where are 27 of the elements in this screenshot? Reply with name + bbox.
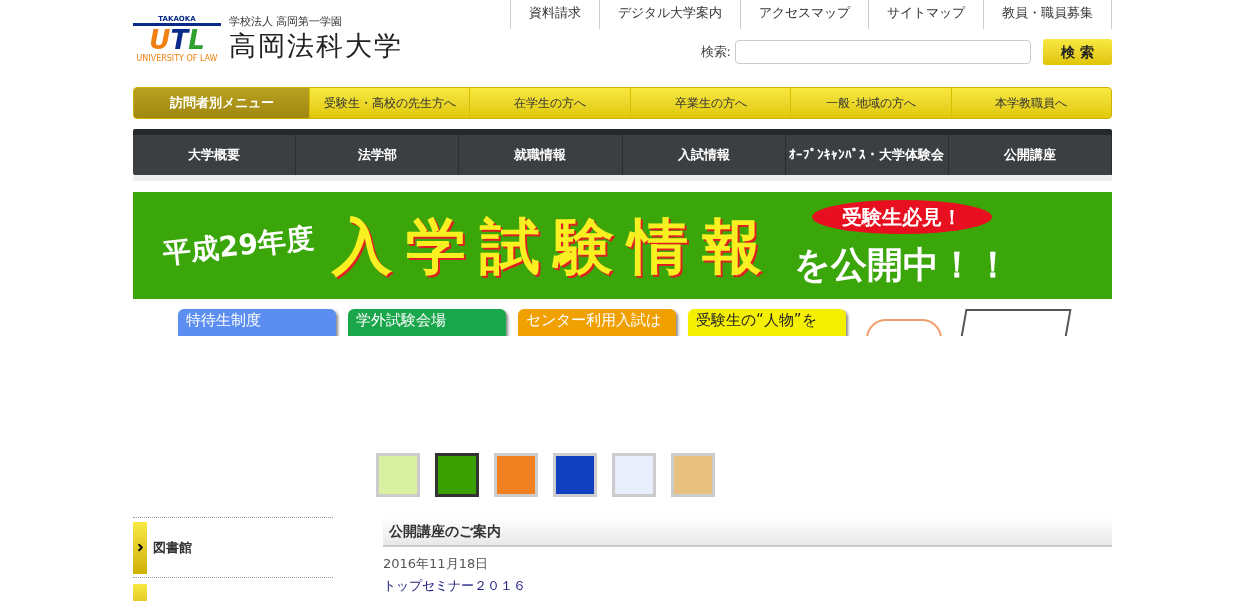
visitor-menu-item[interactable]: 本学教職員へ <box>950 88 1111 118</box>
top-link[interactable]: デジタル大学案内 <box>600 0 741 29</box>
top-link[interactable]: アクセスマップ <box>741 0 869 29</box>
news-link[interactable]: トップセミナー２０１６ <box>383 578 526 593</box>
visitor-menu-item[interactable]: 受験生・高校の先生方へ <box>309 88 470 118</box>
feature-card[interactable]: 受験生の“人物”を <box>688 309 846 336</box>
search-label: 検索: <box>700 43 731 62</box>
university-name: 高岡法科大学 <box>229 28 403 63</box>
logo-bottom-text: UNIVERSITY OF LAW <box>136 53 218 63</box>
visitor-menu-item[interactable]: 卒業生の方へ <box>629 88 791 118</box>
banner-headline: 入学試験情報 <box>331 209 776 283</box>
slide-thumbnail[interactable] <box>434 453 479 497</box>
visitor-menu-item[interactable]: 在学生の方へ <box>469 88 630 118</box>
logo-letters: UTL <box>149 25 205 54</box>
school-corporation-name: 学校法人 高岡第一学園 <box>229 14 344 29</box>
banner-badge: 受験生必見！ <box>812 199 993 234</box>
top-link[interactable]: 教員・職員募集 <box>984 0 1112 29</box>
banner-year: 平成29年度 <box>161 219 316 272</box>
visitor-menu-title: 訪問者別メニュー <box>134 88 309 118</box>
search-field[interactable] <box>735 40 1031 64</box>
search-button[interactable]: 検 索 <box>1043 39 1112 65</box>
top-link[interactable]: サイトマップ <box>869 0 984 29</box>
visitor-menu-item[interactable]: 一般･地域の方へ <box>790 88 951 118</box>
sidebar-link[interactable]: 図書館 <box>153 537 192 558</box>
banner-tail: を公開中！！ <box>793 242 1011 287</box>
news-date: 2016年11月18日 <box>383 555 490 573</box>
top-link[interactable]: 資料請求 <box>511 0 600 29</box>
